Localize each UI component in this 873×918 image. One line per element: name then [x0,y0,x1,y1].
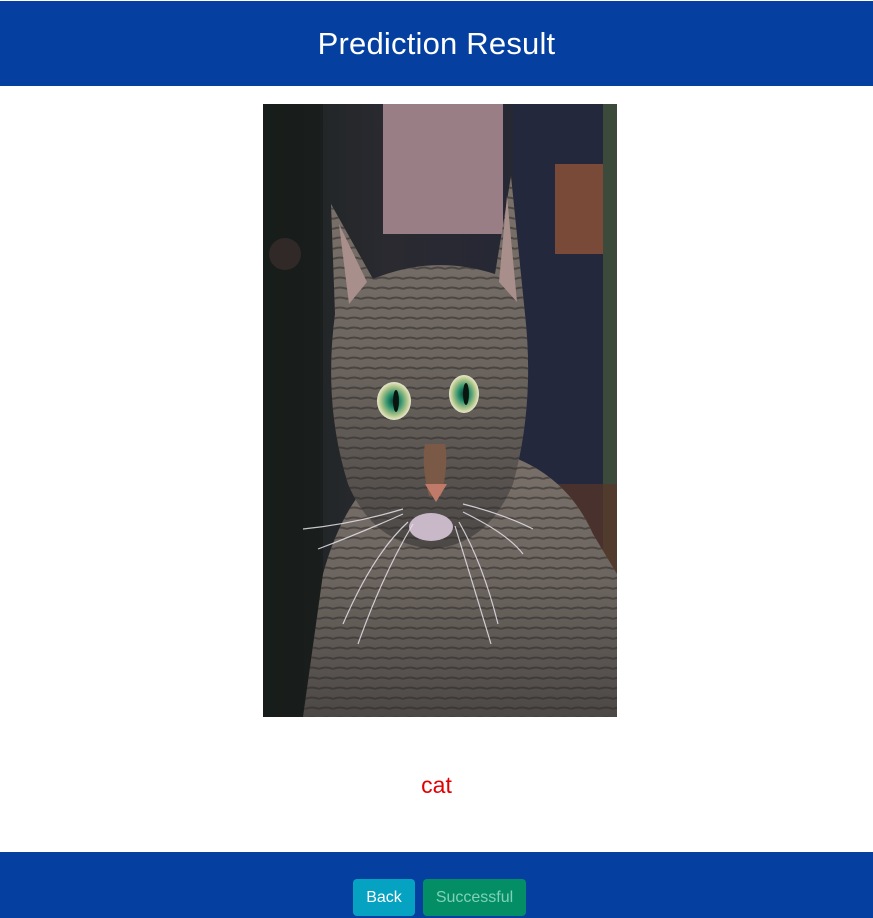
prediction-label: cat [421,772,452,798]
success-status-button: Successful [423,879,526,916]
header-bar: Prediction Result [0,1,873,86]
uploaded-cat-image [263,104,617,717]
page-title: Prediction Result [317,25,556,61]
footer-bar: Back Successful [0,852,873,918]
back-button[interactable]: Back [353,879,415,916]
